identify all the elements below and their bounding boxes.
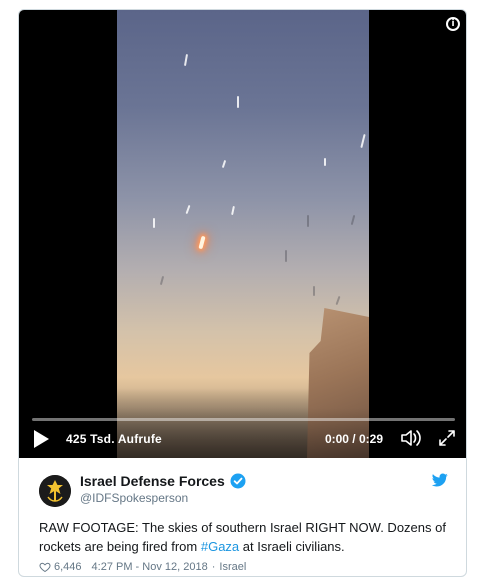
tweet-timestamp[interactable]: 4:27 PM - Nov 12, 2018	[92, 560, 208, 574]
tweet-body: Israel Defense Forces @IDFSpokesperson R…	[19, 458, 466, 576]
tweet-location[interactable]: Israel	[219, 560, 246, 574]
video-controls: 425 Tsd. Aufrufe 0:00 / 0:29	[19, 408, 466, 458]
display-name[interactable]: Israel Defense Forces	[80, 472, 225, 490]
progress-bar[interactable]	[32, 418, 455, 421]
video-frame	[117, 10, 369, 458]
fullscreen-icon[interactable]	[438, 429, 456, 447]
like-count[interactable]: 6,446	[54, 560, 82, 574]
hashtag-link[interactable]: #Gaza	[201, 539, 239, 554]
view-count: 425 Tsd. Aufrufe	[66, 432, 162, 446]
user-handle[interactable]: @IDFSpokesperson	[80, 490, 188, 506]
verified-badge-icon	[230, 473, 246, 489]
idf-emblem-icon	[39, 475, 71, 507]
meta-separator: ·	[211, 561, 216, 573]
twitter-bird-icon[interactable]	[432, 472, 448, 488]
tweet-text: RAW FOOTAGE: The skies of southern Israe…	[39, 518, 459, 556]
avatar[interactable]	[39, 475, 71, 507]
tweet-text-part: at Israeli civilians.	[239, 539, 345, 554]
rocket-flare	[198, 235, 206, 250]
playback-time: 0:00 / 0:29	[324, 432, 383, 446]
play-icon[interactable]	[34, 430, 49, 448]
video-player[interactable]: i 425 Tsd. Aufrufe 0:00 / 0:29	[19, 10, 466, 458]
info-icon[interactable]: i	[446, 17, 460, 31]
heart-icon[interactable]	[39, 561, 51, 573]
volume-icon[interactable]	[400, 429, 422, 447]
tweet-embed-card: i 425 Tsd. Aufrufe 0:00 / 0:29 Israel De…	[18, 9, 467, 577]
tweet-meta: 6,446 4:27 PM - Nov 12, 2018 · Israel	[39, 560, 246, 574]
